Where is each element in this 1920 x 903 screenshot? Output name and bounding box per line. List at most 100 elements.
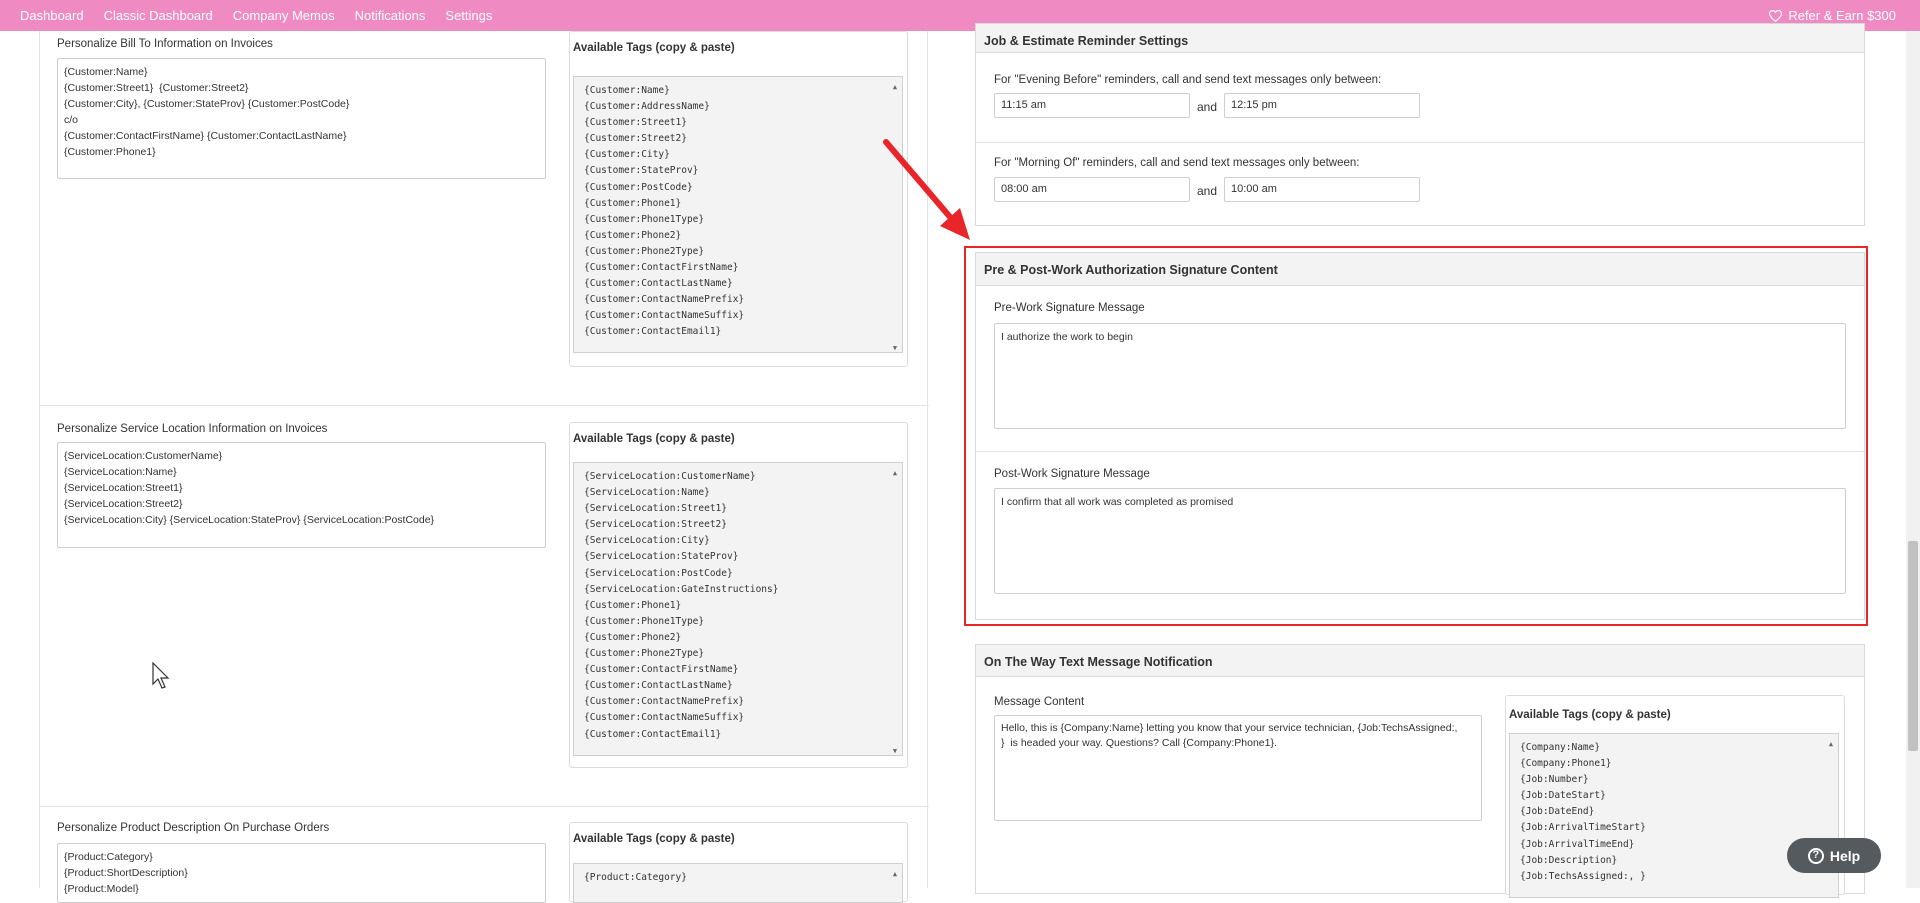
and-label: and <box>1197 100 1218 114</box>
reminder-settings-title: Job & Estimate Reminder Settings <box>976 24 1864 53</box>
tag-item: {Customer:ContactNameSuffix} <box>584 310 745 322</box>
product-description-label: Personalize Product Description On Purch… <box>57 822 330 834</box>
tag-item: {Job:Number} <box>1520 774 1589 786</box>
tag-item: {Customer:Phone2Type} <box>584 648 705 660</box>
nav-classic-dashboard[interactable]: Classic Dashboard <box>104 8 213 23</box>
tag-item: {Customer:StateProv} <box>584 165 699 177</box>
reminder-settings-card: Job & Estimate Reminder Settings For "Ev… <box>975 23 1865 226</box>
tag-item: {Job:Description} <box>1520 854 1618 866</box>
tag-item: {ServiceLocation:Name} <box>584 487 710 499</box>
bill-to-tags-panel: Available Tags (copy & paste) {Customer:… <box>569 31 908 367</box>
tag-item: {ServiceLocation:Street1} <box>584 503 727 515</box>
invoice-settings-panel: Personalize Bill To Information on Invoi… <box>39 31 929 903</box>
on-the-way-card: On The Way Text Message Notification Mes… <box>975 644 1865 898</box>
scroll-down-arrow-icon[interactable]: ▼ <box>890 743 900 755</box>
tag-item: {Customer:ContactLastName} <box>584 278 733 290</box>
and-label: and <box>1197 184 1218 198</box>
service-location-tags-title: Available Tags (copy & paste) <box>573 433 735 445</box>
tag-item: {Customer:ContactNameSuffix} <box>584 712 745 724</box>
tag-item: {Customer:ContactNamePrefix} <box>584 696 745 708</box>
on-the-way-tags-list[interactable]: {Company:Name} {Company:Phone1} {Job:Num… <box>1509 733 1839 898</box>
service-location-label: Personalize Service Location Information… <box>57 423 328 435</box>
tag-item: {ServiceLocation:StateProv} <box>584 551 739 563</box>
section-divider <box>40 405 929 406</box>
morning-start-time-input[interactable]: 08:00 am <box>994 177 1190 202</box>
service-location-tags-panel: Available Tags (copy & paste) {ServiceLo… <box>569 422 908 768</box>
nav-settings[interactable]: Settings <box>445 8 492 23</box>
service-location-textarea[interactable]: {ServiceLocation:CustomerName} {ServiceL… <box>57 442 546 548</box>
tag-item: {Company:Name} <box>1520 742 1601 753</box>
scroll-down-arrow-icon[interactable]: ▼ <box>890 340 900 352</box>
refer-earn-link[interactable]: Refer & Earn $300 <box>1769 8 1896 23</box>
tag-item: {Customer:Phone2Type} <box>584 245 705 257</box>
refer-earn-label: Refer & Earn $300 <box>1788 8 1896 23</box>
tag-item: {Customer:Phone1} <box>584 599 682 611</box>
tag-item: {Customer:Phone2} <box>584 229 682 241</box>
tag-item: {Job:DateStart} <box>1520 790 1606 802</box>
tag-item: {Company:Phone1} <box>1520 758 1612 770</box>
service-location-tags-list[interactable]: {ServiceLocation:CustomerName} {ServiceL… <box>573 462 903 756</box>
tag-item: {Job:DateEnd} <box>1520 806 1595 818</box>
tag-item: {Product:Category} <box>584 872 687 883</box>
on-the-way-tags-title: Available Tags (copy & paste) <box>1509 709 1671 721</box>
tag-item: {Customer:Phone1Type} <box>584 213 705 225</box>
morning-of-label: For "Morning Of" reminders, call and sen… <box>994 157 1360 169</box>
tag-item: {Customer:Street2} <box>584 133 687 145</box>
tag-item: {ServiceLocation:CustomerName} <box>584 471 756 482</box>
scroll-up-arrow-icon[interactable]: ▲ <box>890 866 900 878</box>
tag-item: {Customer:PostCode} <box>584 181 693 193</box>
question-icon: ? <box>1807 847 1824 864</box>
divider <box>976 142 1864 143</box>
tag-item: {Customer:ContactNamePrefix} <box>584 294 745 306</box>
highlight-box <box>964 246 1868 626</box>
tag-item: {Customer:ContactEmail1} <box>584 728 722 740</box>
evening-before-label: For "Evening Before" reminders, call and… <box>994 74 1382 86</box>
annotation-arrow-icon <box>883 139 970 240</box>
page-scrollbar[interactable] <box>1906 31 1920 888</box>
product-tags-panel: Available Tags (copy & paste) {Product:C… <box>569 822 908 903</box>
tag-item: {Customer:Street1} <box>584 117 687 129</box>
tag-item: {Customer:Phone1Type} <box>584 615 705 627</box>
tag-item: {ServiceLocation:City} <box>584 535 710 547</box>
mouse-cursor-icon <box>152 662 170 689</box>
scroll-up-arrow-icon[interactable]: ▲ <box>890 79 900 91</box>
tag-item: {Customer:City} <box>584 149 670 161</box>
evening-start-time-input[interactable]: 11:15 am <box>994 93 1190 118</box>
help-label: Help <box>1829 847 1861 864</box>
evening-end-time-input[interactable]: 12:15 pm <box>1224 93 1420 118</box>
tag-item: {Customer:ContactEmail1} <box>584 326 722 338</box>
product-description-textarea[interactable]: {Product:Category} {Product:ShortDescrip… <box>57 843 546 903</box>
heart-icon <box>1769 9 1783 22</box>
tag-item: {Job:TechsAssigned:, } <box>1520 870 1646 882</box>
scroll-up-arrow-icon[interactable]: ▲ <box>1826 736 1836 748</box>
tag-item: {Customer:ContactFirstName} <box>584 664 739 676</box>
scrollbar-thumb[interactable] <box>1908 541 1918 751</box>
tag-item: {Customer:ContactFirstName} <box>584 262 739 274</box>
nav-company-memos[interactable]: Company Memos <box>233 8 335 23</box>
tag-item: {Customer:AddressName} <box>584 101 710 113</box>
product-tags-list[interactable]: {Product:Category} ▲ <box>573 863 903 903</box>
tag-item: {Customer:Name} <box>584 85 670 96</box>
bill-to-tags-title: Available Tags (copy & paste) <box>573 42 735 54</box>
bill-to-textarea[interactable]: {Customer:Name} {Customer:Street1} {Cust… <box>57 58 546 179</box>
tag-item: {ServiceLocation:Street2} <box>584 519 727 531</box>
nav-notifications[interactable]: Notifications <box>355 8 426 23</box>
section-divider <box>40 806 929 807</box>
tag-item: {Job:ArrivalTimeStart} <box>1520 822 1646 834</box>
tag-item: {Customer:ContactLastName} <box>584 680 733 692</box>
help-button[interactable]: ? Help <box>1787 838 1881 873</box>
product-tags-title: Available Tags (copy & paste) <box>573 833 735 845</box>
bill-to-label: Personalize Bill To Information on Invoi… <box>57 38 273 50</box>
tag-item: {Customer:Phone1} <box>584 197 682 209</box>
message-content-textarea[interactable]: Hello, this is {Company:Name} letting yo… <box>994 715 1482 821</box>
nav-dashboard[interactable]: Dashboard <box>20 8 84 23</box>
bill-to-tags-list[interactable]: {Customer:Name} {Customer:AddressName} {… <box>573 76 903 353</box>
tag-item: {Customer:Phone2} <box>584 631 682 643</box>
tag-item: {Job:ArrivalTimeEnd} <box>1520 838 1635 850</box>
on-the-way-title: On The Way Text Message Notification <box>976 645 1864 677</box>
tag-item: {ServiceLocation:GateInstructions} <box>584 583 779 595</box>
scroll-up-arrow-icon[interactable]: ▲ <box>890 465 900 477</box>
message-content-label: Message Content <box>994 696 1085 708</box>
tag-item: {ServiceLocation:PostCode} <box>584 567 733 579</box>
morning-end-time-input[interactable]: 10:00 am <box>1224 177 1420 202</box>
